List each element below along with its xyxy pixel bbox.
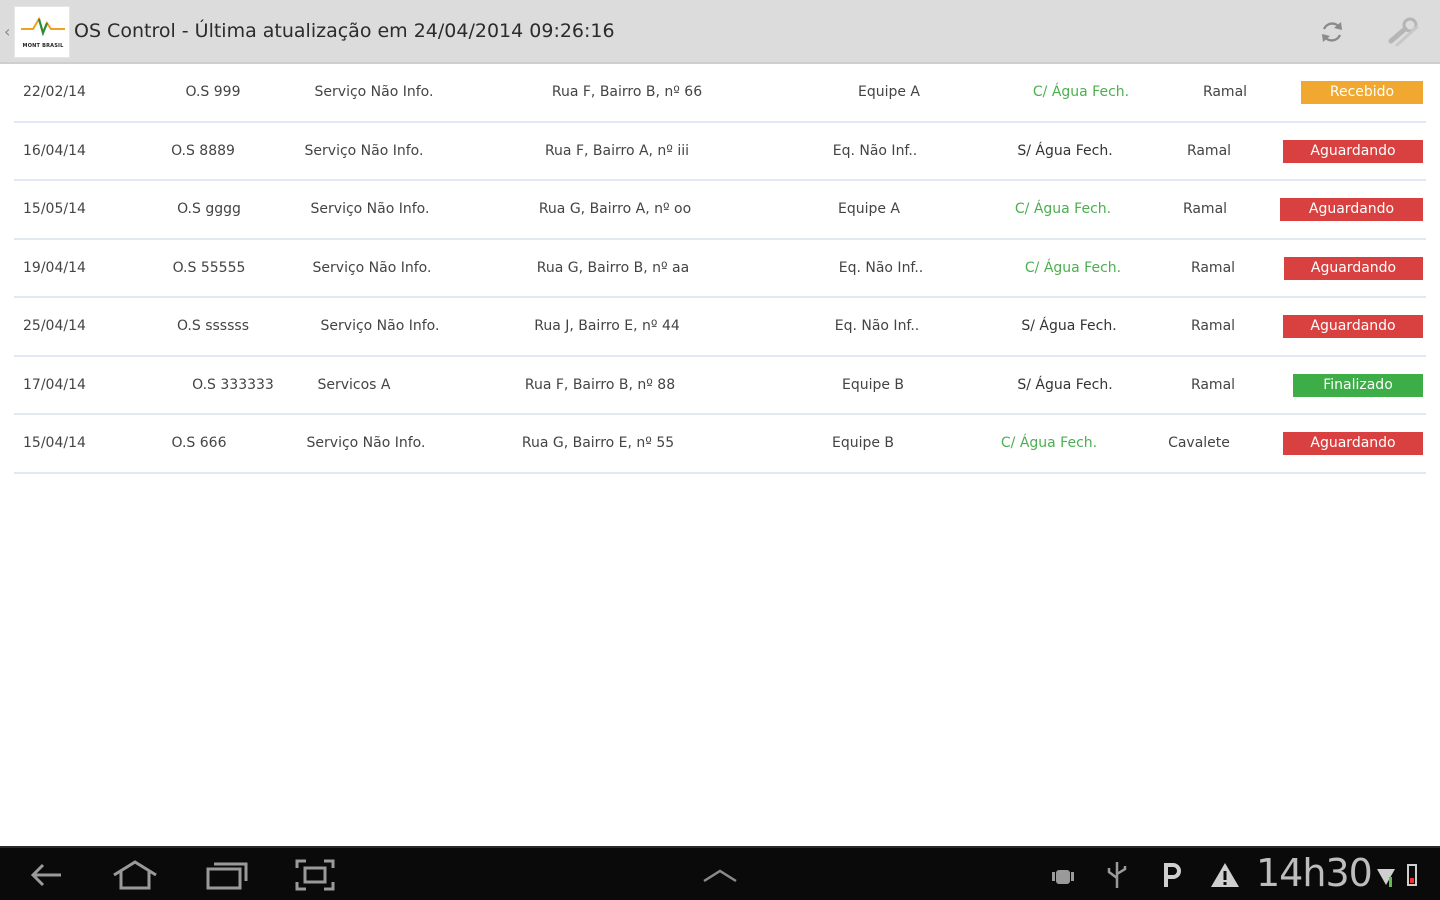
order-service: Serviço Não Info. (312, 259, 432, 276)
order-team: Eq. Não Inf.. (838, 259, 924, 276)
order-row[interactable]: 25/04/14 O.S ssssss Serviço Não Info. Rua J… (14, 298, 1426, 357)
app-logo[interactable]: MONT BRASIL (14, 6, 70, 58)
order-row[interactable]: 19/04/14 O.S 55555 Serviço Não Info. Rua G,… (14, 240, 1426, 298)
status-badge: Finalizado (1293, 373, 1423, 397)
up-caret-icon[interactable]: ‹ (4, 24, 14, 40)
order-number: O.S 55555 (172, 259, 246, 276)
order-water-status: S/ Água Fech. (1021, 318, 1117, 334)
order-address: Rua F, Bairro B, nº 66 (551, 84, 703, 100)
order-water-status: C/ Água Fech. (1000, 435, 1098, 451)
order-connection-type: Ramal (1190, 318, 1236, 334)
order-service: Serviço Não Info. (310, 201, 430, 217)
order-row[interactable]: 15/05/14 O.S gggg Serviço Não Info. Rua G, … (14, 181, 1426, 240)
status-clock: 14h30 (1256, 851, 1373, 895)
recent-apps-icon (206, 862, 248, 890)
usb-icon (1102, 856, 1132, 894)
order-address: Rua G, Bairro B, nº aa (536, 259, 690, 276)
refresh-icon (1322, 22, 1342, 42)
recent-apps-button[interactable] (204, 856, 250, 894)
order-number: O.S gggg (177, 201, 241, 217)
order-date: 22/02/14 (23, 84, 86, 100)
warning-icon (1208, 856, 1242, 894)
back-icon (30, 863, 61, 887)
order-connection-type: Ramal (1190, 259, 1236, 276)
order-connection-type: Ramal (1182, 201, 1228, 217)
order-team: Eq. Não Inf.. (834, 318, 920, 334)
order-water-status: C/ Água Fech. (1014, 201, 1112, 217)
logo-mark-icon (21, 16, 65, 37)
home-button[interactable] (110, 856, 160, 894)
status-badge: Aguardando (1283, 139, 1423, 163)
order-service: Serviço Não Info. (304, 142, 424, 159)
status-badge: Aguardando (1280, 198, 1423, 221)
order-water-status: S/ Água Fech. (1017, 376, 1113, 393)
order-number: O.S 999 (185, 84, 241, 100)
order-team: Eq. Não Inf.. (832, 142, 918, 159)
order-date: 17/04/14 (23, 376, 86, 393)
order-service: Serviço Não Info. (314, 84, 434, 100)
battery-icon (1402, 856, 1422, 894)
order-number: O.S 666 (171, 435, 227, 451)
order-date: 15/04/14 (23, 435, 86, 451)
status-badge: Aguardando (1284, 256, 1423, 280)
page-title: OS Control - Última atualização em 24/04… (74, 20, 615, 42)
order-number: O.S ssssss (176, 318, 249, 334)
signal-icon (1374, 856, 1398, 894)
order-address: Rua J, Bairro E, nº 44 (534, 318, 680, 334)
refresh-button[interactable] (1314, 14, 1350, 50)
android-debug-icon (1048, 856, 1078, 894)
service-order-list: 22/02/14 O.S 999 Serviço Não Info. Rua F, B… (14, 64, 1426, 474)
order-date: 25/04/14 (23, 318, 86, 334)
order-water-status: C/ Água Fech. (1024, 259, 1122, 276)
menu-up-icon (703, 869, 737, 883)
order-address: Rua G, Bairro E, nº 55 (521, 435, 675, 451)
order-connection-type: Ramal (1186, 142, 1232, 159)
order-team: Equipe B (841, 376, 905, 393)
order-connection-type: Ramal (1190, 376, 1236, 393)
back-button[interactable] (26, 856, 66, 894)
menu-up-button[interactable] (700, 856, 740, 894)
status-badge: Aguardando (1283, 432, 1423, 455)
order-row[interactable]: 17/04/14 O.S 333333 Servicos A Rua F, Bairr… (14, 357, 1426, 415)
status-badge: Aguardando (1283, 315, 1423, 338)
order-address: Rua F, Bairro A, nº iii (544, 142, 690, 159)
order-row[interactable]: 22/02/14 O.S 999 Serviço Não Info. Rua F, B… (14, 64, 1426, 123)
order-team: Equipe A (857, 84, 921, 100)
order-date: 15/05/14 (23, 201, 86, 217)
status-badge: Recebido (1301, 81, 1423, 104)
system-navigation-bar (0, 846, 1440, 900)
order-address: Rua F, Bairro B, nº 88 (524, 376, 676, 393)
order-team: Equipe A (837, 201, 901, 217)
order-connection-type: Cavalete (1168, 435, 1230, 451)
screenshot-icon (295, 859, 335, 891)
order-row[interactable]: 15/04/14 O.S 666 Serviço Não Info. Rua G, B… (14, 415, 1426, 474)
order-connection-type: Ramal (1202, 84, 1248, 100)
order-number: O.S 8889 (171, 142, 235, 159)
order-water-status: C/ Água Fech. (1032, 84, 1130, 100)
action-bar: ‹ MONT BRASIL OS Control - Última atuali… (0, 0, 1440, 64)
order-address: Rua G, Bairro A, nº oo (538, 201, 692, 217)
settings-button[interactable] (1386, 14, 1422, 50)
order-team: Equipe B (831, 435, 895, 451)
order-service: Serviço Não Info. (306, 435, 426, 451)
wrench-icon (1388, 17, 1419, 47)
p-notification-icon (1156, 856, 1186, 894)
order-water-status: S/ Água Fech. (1017, 142, 1113, 159)
order-service: Servicos A (317, 376, 391, 393)
order-date: 19/04/14 (23, 259, 86, 276)
screenshot-button[interactable] (294, 856, 336, 894)
home-icon (113, 860, 157, 890)
logo-text: MONT BRASIL (22, 43, 64, 49)
order-service: Serviço Não Info. (320, 318, 440, 334)
order-date: 16/04/14 (23, 142, 86, 159)
order-row[interactable]: 16/04/14 O.S 8889 Serviço Não Info. Rua F, … (14, 123, 1426, 181)
